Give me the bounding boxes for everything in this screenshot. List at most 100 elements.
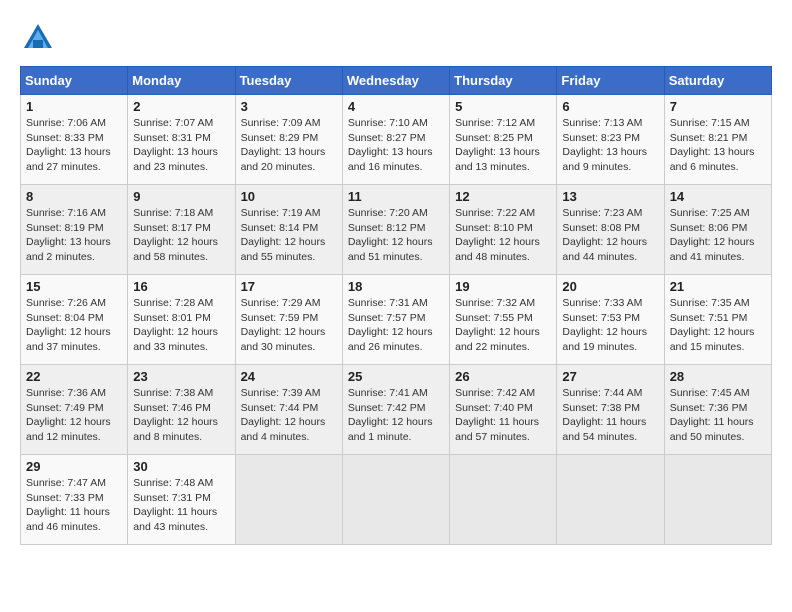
day-number: 21 [670,279,766,294]
day-info: Sunrise: 7:38 AM Sunset: 7:46 PM Dayligh… [133,386,229,445]
day-number: 14 [670,189,766,204]
day-info: Sunrise: 7:42 AM Sunset: 7:40 PM Dayligh… [455,386,551,445]
day-number: 25 [348,369,444,384]
calendar-cell: 11 Sunrise: 7:20 AM Sunset: 8:12 PM Dayli… [342,185,449,275]
day-info: Sunrise: 7:06 AM Sunset: 8:33 PM Dayligh… [26,116,122,175]
calendar-table: SundayMondayTuesdayWednesdayThursdayFrid… [20,66,772,545]
day-number: 1 [26,99,122,114]
calendar-cell: 14 Sunrise: 7:25 AM Sunset: 8:06 PM Dayli… [664,185,771,275]
calendar-cell: 12 Sunrise: 7:22 AM Sunset: 8:10 PM Dayli… [450,185,557,275]
day-info: Sunrise: 7:09 AM Sunset: 8:29 PM Dayligh… [241,116,337,175]
day-number: 29 [26,459,122,474]
day-info: Sunrise: 7:23 AM Sunset: 8:08 PM Dayligh… [562,206,658,265]
day-number: 8 [26,189,122,204]
calendar-cell: 4 Sunrise: 7:10 AM Sunset: 8:27 PM Daylig… [342,95,449,185]
day-info: Sunrise: 7:31 AM Sunset: 7:57 PM Dayligh… [348,296,444,355]
day-number: 4 [348,99,444,114]
page-header [20,20,772,56]
calendar-cell: 7 Sunrise: 7:15 AM Sunset: 8:21 PM Daylig… [664,95,771,185]
day-info: Sunrise: 7:22 AM Sunset: 8:10 PM Dayligh… [455,206,551,265]
calendar-cell [235,455,342,545]
day-number: 24 [241,369,337,384]
day-info: Sunrise: 7:07 AM Sunset: 8:31 PM Dayligh… [133,116,229,175]
calendar-week-1: 1 Sunrise: 7:06 AM Sunset: 8:33 PM Daylig… [21,95,772,185]
day-number: 17 [241,279,337,294]
logo-icon [20,20,56,56]
calendar-week-3: 15 Sunrise: 7:26 AM Sunset: 8:04 PM Dayli… [21,275,772,365]
day-info: Sunrise: 7:44 AM Sunset: 7:38 PM Dayligh… [562,386,658,445]
calendar-cell [664,455,771,545]
calendar-cell: 1 Sunrise: 7:06 AM Sunset: 8:33 PM Daylig… [21,95,128,185]
day-info: Sunrise: 7:32 AM Sunset: 7:55 PM Dayligh… [455,296,551,355]
day-info: Sunrise: 7:47 AM Sunset: 7:33 PM Dayligh… [26,476,122,535]
day-info: Sunrise: 7:28 AM Sunset: 8:01 PM Dayligh… [133,296,229,355]
calendar-cell: 30Sunrise: 7:48 AM Sunset: 7:31 PM Dayli… [128,455,235,545]
day-info: Sunrise: 7:25 AM Sunset: 8:06 PM Dayligh… [670,206,766,265]
day-number: 19 [455,279,551,294]
day-header-monday: Monday [128,67,235,95]
day-header-friday: Friday [557,67,664,95]
day-info: Sunrise: 7:15 AM Sunset: 8:21 PM Dayligh… [670,116,766,175]
calendar-cell: 10 Sunrise: 7:19 AM Sunset: 8:14 PM Dayli… [235,185,342,275]
day-info: Sunrise: 7:26 AM Sunset: 8:04 PM Dayligh… [26,296,122,355]
day-number: 15 [26,279,122,294]
calendar-cell: 5 Sunrise: 7:12 AM Sunset: 8:25 PM Daylig… [450,95,557,185]
day-number: 10 [241,189,337,204]
day-number: 7 [670,99,766,114]
calendar-cell: 2 Sunrise: 7:07 AM Sunset: 8:31 PM Daylig… [128,95,235,185]
calendar-cell: 21 Sunrise: 7:35 AM Sunset: 7:51 PM Dayli… [664,275,771,365]
day-header-sunday: Sunday [21,67,128,95]
day-number: 13 [562,189,658,204]
day-info: Sunrise: 7:20 AM Sunset: 8:12 PM Dayligh… [348,206,444,265]
calendar-cell: 26 Sunrise: 7:42 AM Sunset: 7:40 PM Dayli… [450,365,557,455]
day-header-thursday: Thursday [450,67,557,95]
calendar-cell: 29 Sunrise: 7:47 AM Sunset: 7:33 PM Dayli… [21,455,128,545]
calendar-cell: 22Sunrise: 7:36 AM Sunset: 7:49 PM Dayli… [21,365,128,455]
calendar-cell: 17 Sunrise: 7:29 AM Sunset: 7:59 PM Dayli… [235,275,342,365]
day-info: Sunrise: 7:13 AM Sunset: 8:23 PM Dayligh… [562,116,658,175]
day-info: Sunrise: 7:29 AM Sunset: 7:59 PM Dayligh… [241,296,337,355]
calendar-week-2: 8 Sunrise: 7:16 AM Sunset: 8:19 PM Daylig… [21,185,772,275]
day-info: Sunrise: 7:45 AM Sunset: 7:36 PM Dayligh… [670,386,766,445]
day-info: Sunrise: 7:39 AM Sunset: 7:44 PM Dayligh… [241,386,337,445]
day-info: Sunrise: 7:12 AM Sunset: 8:25 PM Dayligh… [455,116,551,175]
calendar-week-5: 29 Sunrise: 7:47 AM Sunset: 7:33 PM Dayli… [21,455,772,545]
day-number: 23 [133,369,229,384]
calendar-cell: 15 Sunrise: 7:26 AM Sunset: 8:04 PM Dayli… [21,275,128,365]
calendar-cell [557,455,664,545]
calendar-cell: 18 Sunrise: 7:31 AM Sunset: 7:57 PM Dayli… [342,275,449,365]
day-number: 26 [455,369,551,384]
calendar-week-4: 22Sunrise: 7:36 AM Sunset: 7:49 PM Dayli… [21,365,772,455]
calendar-cell: 28Sunrise: 7:45 AM Sunset: 7:36 PM Dayli… [664,365,771,455]
calendar-cell: 19 Sunrise: 7:32 AM Sunset: 7:55 PM Dayli… [450,275,557,365]
day-number: 2 [133,99,229,114]
calendar-cell: 25 Sunrise: 7:41 AM Sunset: 7:42 PM Dayli… [342,365,449,455]
day-number: 5 [455,99,551,114]
day-info: Sunrise: 7:33 AM Sunset: 7:53 PM Dayligh… [562,296,658,355]
day-number: 27 [562,369,658,384]
day-info: Sunrise: 7:19 AM Sunset: 8:14 PM Dayligh… [241,206,337,265]
day-header-tuesday: Tuesday [235,67,342,95]
calendar-cell [342,455,449,545]
day-header-saturday: Saturday [664,67,771,95]
day-header-wednesday: Wednesday [342,67,449,95]
day-number: 9 [133,189,229,204]
calendar-cell: 16 Sunrise: 7:28 AM Sunset: 8:01 PM Dayli… [128,275,235,365]
calendar-cell: 8 Sunrise: 7:16 AM Sunset: 8:19 PM Daylig… [21,185,128,275]
day-info: Sunrise: 7:41 AM Sunset: 7:42 PM Dayligh… [348,386,444,445]
day-number: 11 [348,189,444,204]
calendar-cell [450,455,557,545]
logo [20,20,62,56]
day-number: 12 [455,189,551,204]
day-info: Sunrise: 7:35 AM Sunset: 7:51 PM Dayligh… [670,296,766,355]
day-number: 18 [348,279,444,294]
day-number: 16 [133,279,229,294]
calendar-cell: 23 Sunrise: 7:38 AM Sunset: 7:46 PM Dayli… [128,365,235,455]
day-number: 30 [133,459,229,474]
day-info: Sunrise: 7:36 AM Sunset: 7:49 PM Dayligh… [26,386,122,445]
calendar-cell: 6Sunrise: 7:13 AM Sunset: 8:23 PM Daylig… [557,95,664,185]
calendar-cell: 13 Sunrise: 7:23 AM Sunset: 8:08 PM Dayli… [557,185,664,275]
day-info: Sunrise: 7:10 AM Sunset: 8:27 PM Dayligh… [348,116,444,175]
day-info: Sunrise: 7:16 AM Sunset: 8:19 PM Dayligh… [26,206,122,265]
calendar-cell: 3Sunrise: 7:09 AM Sunset: 8:29 PM Daylig… [235,95,342,185]
